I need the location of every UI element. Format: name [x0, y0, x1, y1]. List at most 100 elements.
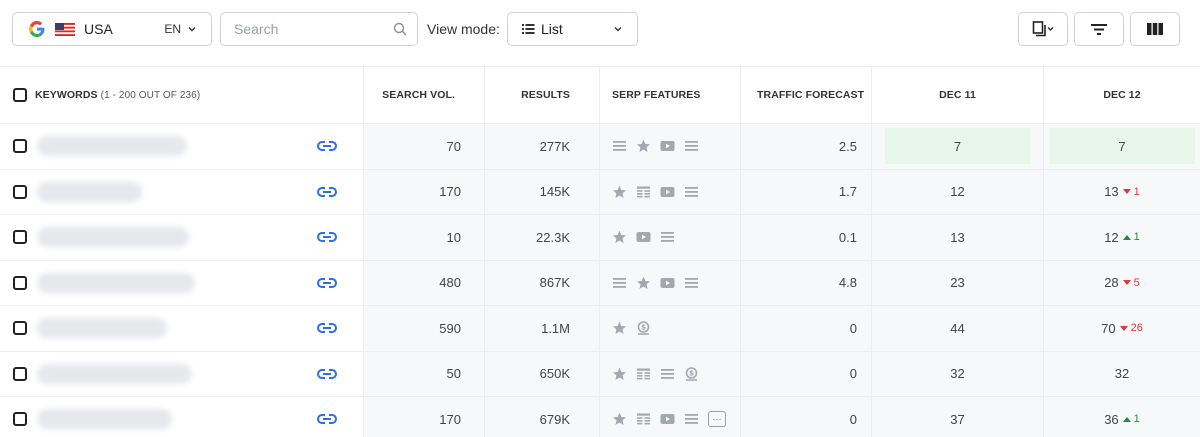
- keyword-text-blurred[interactable]: [37, 409, 172, 430]
- position-dec12: 13: [1104, 184, 1119, 200]
- keyword-text-blurred[interactable]: [37, 318, 167, 339]
- serp-features: [600, 169, 741, 214]
- row-checkbox[interactable]: [13, 184, 27, 199]
- header-dec11[interactable]: DEC 11: [872, 67, 1044, 123]
- position-dec12-wrap[interactable]: 13 1: [1050, 174, 1195, 210]
- link-icon[interactable]: [316, 321, 338, 335]
- star-feature-icon: [612, 321, 627, 335]
- keyword-text-blurred[interactable]: [37, 363, 192, 384]
- position-dec12-cell: 28 5: [1044, 261, 1200, 306]
- serp-features: [600, 215, 741, 260]
- position-dec12-cell: 70 26: [1044, 306, 1200, 351]
- keyword-text-blurred[interactable]: [37, 136, 187, 157]
- position-dec12-wrap[interactable]: 7: [1049, 128, 1195, 165]
- link-icon[interactable]: [316, 185, 338, 199]
- keyword-cell: [0, 124, 364, 169]
- position-dec12-wrap[interactable]: 12 1: [1050, 219, 1195, 255]
- list-feature-icon: [612, 139, 627, 153]
- list-feature-icon: [612, 276, 627, 290]
- trend-down-icon: [1119, 325, 1128, 331]
- position-change-value: 1: [1133, 231, 1140, 244]
- columns-button[interactable]: [1130, 12, 1180, 46]
- keyword-text-blurred[interactable]: [37, 272, 195, 293]
- language-label: EN: [164, 22, 181, 36]
- copy-button[interactable]: [1018, 12, 1068, 46]
- toolbar: USA EN View mode: List: [0, 0, 1200, 66]
- results-count: 679K: [485, 397, 600, 437]
- search-icon[interactable]: [393, 22, 407, 36]
- table-row: 10 22.3K 0.1 13 12 1: [0, 215, 1200, 261]
- row-checkbox[interactable]: [13, 275, 27, 290]
- position-dec11[interactable]: 13: [885, 219, 1030, 255]
- video-feature-icon: [636, 230, 651, 244]
- location-selector[interactable]: USA EN: [12, 12, 212, 46]
- position-dec12-wrap[interactable]: 36 1: [1050, 401, 1195, 437]
- search-volume: 170: [364, 397, 485, 437]
- country-label: USA: [84, 21, 113, 37]
- trend-down-icon: [1122, 280, 1131, 286]
- search-volume: 70: [364, 124, 485, 169]
- table-row: 50 650K $ 0 32 32: [0, 351, 1200, 397]
- link-icon[interactable]: [316, 412, 338, 426]
- position-dec11[interactable]: 7: [885, 128, 1030, 165]
- keywords-count: (1 - 200 OUT OF 236): [100, 89, 201, 101]
- position-dec11[interactable]: 12: [885, 174, 1030, 210]
- filter-icon: [1091, 24, 1107, 35]
- select-all-checkbox[interactable]: [13, 88, 27, 102]
- traffic-forecast: 0: [741, 306, 872, 351]
- traffic-forecast: 1.7: [741, 169, 872, 214]
- star-feature-icon: [636, 139, 651, 153]
- position-change: 26: [1119, 322, 1143, 334]
- position-dec12-cell: 13 1: [1044, 170, 1200, 215]
- traffic-forecast: 0: [741, 351, 872, 396]
- row-checkbox[interactable]: [13, 412, 27, 427]
- row-checkbox[interactable]: [13, 139, 27, 154]
- results-count: 650K: [485, 351, 600, 396]
- position-dec11-cell: 37: [872, 397, 1044, 437]
- search-volume: 10: [364, 215, 485, 260]
- list-icon: [522, 24, 535, 34]
- header-keywords-label[interactable]: KEYWORDS: [35, 89, 98, 101]
- keyword-text-blurred[interactable]: [37, 227, 189, 248]
- search-box[interactable]: [220, 12, 418, 46]
- keyword-cell: [0, 169, 364, 214]
- traffic-forecast: 0.1: [741, 215, 872, 260]
- link-icon[interactable]: [316, 139, 338, 153]
- header-dec12[interactable]: DEC 12: [1044, 67, 1200, 123]
- row-checkbox[interactable]: [13, 230, 27, 245]
- position-dec11[interactable]: 23: [885, 265, 1030, 301]
- header-serp-features[interactable]: SERP FEATURES: [600, 67, 741, 123]
- position-dec12-wrap[interactable]: 28 5: [1050, 265, 1195, 301]
- more-features-icon[interactable]: ···: [708, 411, 726, 428]
- table-row: 170 145K 1.7 12 13 1: [0, 169, 1200, 215]
- position-dec12-cell: 36 1: [1044, 397, 1200, 437]
- link-icon[interactable]: [316, 276, 338, 290]
- search-input[interactable]: [234, 21, 384, 37]
- keyword-text-blurred[interactable]: [37, 181, 142, 202]
- position-dec11[interactable]: 37: [885, 401, 1030, 437]
- position-dec11[interactable]: 32: [885, 356, 1030, 392]
- row-checkbox[interactable]: [13, 366, 27, 381]
- view-mode-label: View mode:: [427, 21, 500, 37]
- traffic-forecast: 4.8: [741, 260, 872, 305]
- position-dec12-wrap[interactable]: 32: [1050, 356, 1195, 392]
- table-feature-icon: [636, 412, 651, 426]
- search-volume: 480: [364, 260, 485, 305]
- position-dec12: 7: [1118, 138, 1126, 154]
- header-traffic-forecast[interactable]: TRAFFIC FORECAST: [741, 67, 872, 123]
- list-feature-icon: [684, 276, 699, 290]
- link-icon[interactable]: [316, 230, 338, 244]
- header-keywords: KEYWORDS (1 - 200 OUT OF 236): [0, 67, 364, 123]
- row-checkbox[interactable]: [13, 321, 27, 336]
- view-mode-select[interactable]: List: [507, 12, 638, 46]
- position-dec11[interactable]: 44: [885, 310, 1030, 346]
- header-results[interactable]: RESULTS: [485, 67, 600, 123]
- position-dec12: 12: [1104, 229, 1119, 245]
- columns-icon: [1147, 23, 1163, 35]
- link-icon[interactable]: [316, 367, 338, 381]
- filter-button[interactable]: [1074, 12, 1124, 46]
- results-count: 867K: [485, 260, 600, 305]
- position-dec12-wrap[interactable]: 70 26: [1050, 310, 1195, 346]
- star-feature-icon: [612, 185, 627, 199]
- header-search-vol[interactable]: SEARCH VOL.: [364, 67, 485, 123]
